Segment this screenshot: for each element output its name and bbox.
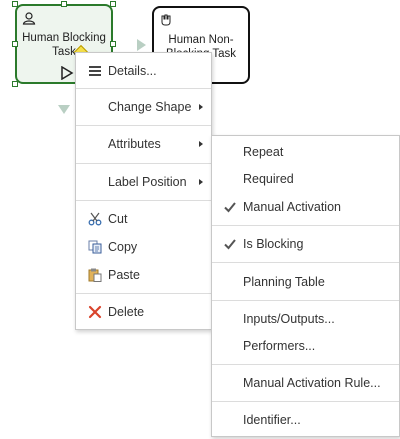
- menu-item-delete[interactable]: Delete: [76, 300, 211, 324]
- menu-item-label: Copy: [108, 240, 138, 254]
- menu-item-label: Attributes: [108, 137, 161, 151]
- submenu-item-planning-table[interactable]: Planning Table: [212, 270, 399, 294]
- submenu-item-identifier[interactable]: Identifier...: [212, 408, 399, 432]
- copy-icon: [88, 240, 102, 254]
- menu-item-label: Identifier...: [243, 413, 301, 427]
- checkmark-icon: [224, 202, 236, 213]
- submenu-item-manual-activation-rule[interactable]: Manual Activation Rule...: [212, 371, 399, 395]
- menu-item-label-position[interactable]: Label Position: [76, 170, 211, 194]
- menu-item-label: Change Shape: [108, 100, 192, 114]
- menu-item-label: Manual Activation Rule...: [243, 376, 381, 390]
- menu-item-label: Required: [243, 172, 294, 186]
- menu-divider: [76, 200, 211, 201]
- menu-item-label: Repeat: [243, 145, 284, 159]
- menu-divider: [212, 262, 399, 263]
- menu-divider: [76, 163, 211, 164]
- manual-activation-marker-icon: [61, 66, 74, 80]
- scissors-icon: [88, 212, 102, 226]
- user-icon: [22, 12, 36, 25]
- submenu-item-inputs-outputs[interactable]: Inputs/Outputs...: [212, 307, 399, 331]
- menu-item-details[interactable]: Details...: [76, 59, 211, 83]
- menu-divider: [212, 225, 399, 226]
- resize-handle-w[interactable]: [12, 41, 18, 47]
- delete-x-icon: [88, 305, 102, 319]
- details-icon: [89, 66, 101, 76]
- submenu-item-manual-activation[interactable]: Manual Activation: [212, 195, 399, 219]
- submenu-arrow-icon: [199, 104, 203, 110]
- resize-handle-e[interactable]: [110, 41, 116, 47]
- connect-arrow-down-icon[interactable]: [57, 104, 71, 116]
- menu-item-attributes[interactable]: Attributes: [76, 132, 211, 156]
- menu-divider: [212, 300, 399, 301]
- submenu-item-repeat[interactable]: Repeat: [212, 140, 399, 164]
- checkmark-icon: [224, 239, 236, 250]
- submenu-item-is-blocking[interactable]: Is Blocking: [212, 232, 399, 256]
- menu-item-label: Performers...: [243, 339, 316, 353]
- attributes-submenu: Repeat Required Manual Activation Is Blo…: [211, 135, 400, 437]
- menu-item-label: Manual Activation: [243, 200, 341, 214]
- submenu-item-required[interactable]: Required: [212, 167, 399, 191]
- menu-item-change-shape[interactable]: Change Shape: [76, 95, 211, 119]
- menu-item-label: Details...: [108, 64, 157, 78]
- menu-item-copy[interactable]: Copy: [76, 235, 211, 259]
- hand-icon: [161, 14, 171, 26]
- menu-item-label: Planning Table: [243, 275, 325, 289]
- menu-item-label: Is Blocking: [243, 237, 304, 251]
- connect-arrow-right-icon[interactable]: [136, 38, 148, 52]
- submenu-item-performers[interactable]: Performers...: [212, 334, 399, 358]
- resize-handle-sw[interactable]: [12, 81, 18, 87]
- menu-divider: [212, 364, 399, 365]
- menu-item-label: Cut: [108, 212, 128, 226]
- menu-item-label: Inputs/Outputs...: [243, 312, 335, 326]
- resize-handle-ne[interactable]: [110, 1, 116, 7]
- menu-item-paste[interactable]: Paste: [76, 263, 211, 287]
- submenu-arrow-icon: [199, 141, 203, 147]
- paste-icon: [88, 268, 102, 282]
- menu-item-label: Paste: [108, 268, 140, 282]
- menu-divider: [76, 293, 211, 294]
- menu-divider: [76, 125, 211, 126]
- context-menu: Details... Change Shape Attributes Label…: [75, 52, 212, 330]
- resize-handle-nw[interactable]: [12, 1, 18, 7]
- menu-item-label: Label Position: [108, 175, 187, 189]
- menu-item-cut[interactable]: Cut: [76, 207, 211, 231]
- submenu-arrow-icon: [199, 179, 203, 185]
- resize-handle-n[interactable]: [61, 1, 67, 7]
- menu-divider: [212, 401, 399, 402]
- menu-item-label: Delete: [108, 305, 145, 319]
- menu-divider: [76, 88, 211, 89]
